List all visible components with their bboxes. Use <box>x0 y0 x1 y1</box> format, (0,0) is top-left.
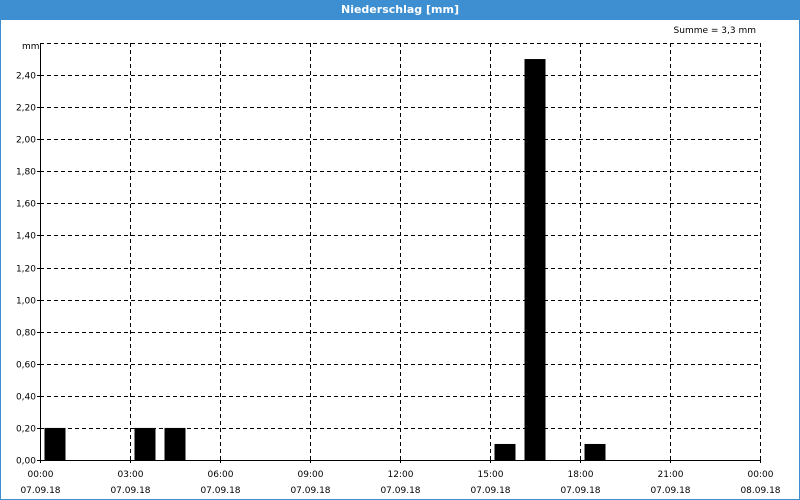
x-tick-date-label: 07.09.18 <box>110 486 150 496</box>
x-tick-date-label: 07.09.18 <box>470 486 510 496</box>
y-tick-label: 1,40 <box>16 232 36 242</box>
precipitation-bar <box>164 427 186 460</box>
precipitation-bar <box>524 59 546 461</box>
x-tick-time-label: 15:00 <box>478 470 504 480</box>
x-tick-date-label: 07.09.18 <box>20 486 60 496</box>
x-tick-date-label: 08.09.18 <box>740 486 780 496</box>
x-tick-time-label: 21:00 <box>658 470 684 480</box>
y-tick-label: 2,20 <box>16 104 36 114</box>
precipitation-chart: 0,00 0,20 0,40 0,60 0,80 1,00 1,20 1,40 1,60 1,80… <box>16 42 781 496</box>
y-axis-unit-label: mm <box>22 42 40 52</box>
x-tick-date-label: 07.09.18 <box>200 486 240 496</box>
y-tick-label: 2,40 <box>16 72 36 82</box>
x-tick-time-label: 18:00 <box>568 470 594 480</box>
y-tick-label: 0,40 <box>16 393 36 403</box>
y-tick-label: 1,80 <box>16 168 36 178</box>
x-tick-time-label: 06:00 <box>208 470 234 480</box>
x-tick-time-label: 00:00 <box>28 470 54 480</box>
y-tick-label: 1,00 <box>16 297 36 307</box>
precipitation-bar <box>584 443 606 460</box>
y-tick-label: 0,20 <box>16 425 36 435</box>
y-tick-label: 1,20 <box>16 265 36 275</box>
x-tick-time-label: 00:00 <box>748 470 774 480</box>
x-tick-labels: 00:00 07.09.18 03:00 07.09.18 06:00 07.09.18 0… <box>20 470 780 496</box>
y-tick-label: 0,60 <box>16 361 36 371</box>
precipitation-bar <box>494 443 516 460</box>
precipitation-bar <box>134 427 156 460</box>
y-tick-labels: 0,00 0,20 0,40 0,60 0,80 1,00 1,20 1,40 1,60 1,80… <box>16 72 36 467</box>
x-tick-time-label: 12:00 <box>388 470 414 480</box>
precipitation-bar <box>44 427 66 460</box>
grid-lines <box>40 43 761 460</box>
x-tick-date-label: 07.09.18 <box>380 486 420 496</box>
x-tick-time-label: 03:00 <box>118 470 144 480</box>
x-tick-date-label: 07.09.18 <box>290 486 330 496</box>
y-tick-label: 0,80 <box>16 329 36 339</box>
x-tick-date-label: 07.09.18 <box>650 486 690 496</box>
axes <box>37 43 761 463</box>
y-tick-label: 2,00 <box>16 136 36 146</box>
x-tick-time-label: 09:00 <box>298 470 324 480</box>
y-tick-label: 1,60 <box>16 200 36 210</box>
x-tick-date-label: 07.09.18 <box>560 486 600 496</box>
y-tick-label: 0,00 <box>16 457 36 467</box>
bar-series <box>44 59 606 461</box>
